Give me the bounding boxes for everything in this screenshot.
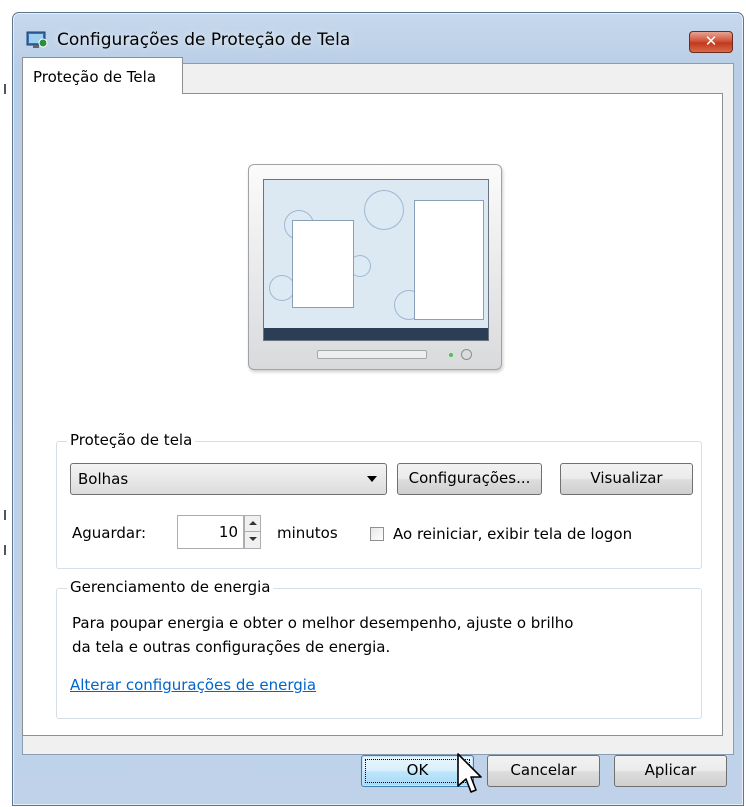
screensaver-group: Proteção de tela [56,431,702,569]
power-group-legend: Gerenciamento de energia [67,578,274,596]
screensaver-select[interactable]: Bolhas [70,463,387,495]
power-led [449,353,453,357]
wait-minutes-stepper[interactable] [244,515,261,549]
wait-minutes-input[interactable]: 10 [177,515,244,549]
power-description-line1: Para poupar energia e obter o melhor des… [72,614,574,632]
wait-label: Aguardar: [72,524,147,542]
logon-checkbox[interactable] [370,527,384,541]
arrow-up-icon [249,521,257,525]
power-settings-link[interactable]: Alterar configurações de energia [70,676,316,694]
edge-mark [4,510,6,520]
apply-button[interactable]: Aplicar [614,755,727,787]
preview-taskbar [264,328,488,340]
power-description-line2: da tela e outras configurações de energi… [72,638,391,656]
preview-window [292,220,354,308]
window-title: Configurações de Proteção de Tela [57,30,351,50]
tab-screensaver[interactable]: Proteção de Tela [22,57,183,94]
spin-up-button[interactable] [245,516,260,532]
close-button[interactable]: ✕ [689,31,733,53]
monitor-slot [317,350,427,359]
title-bar[interactable]: Configurações de Proteção de Tela ✕ [13,13,743,63]
power-icon [461,349,472,360]
mouse-pointer-icon [457,753,482,793]
cancel-button[interactable]: Cancelar [487,755,600,787]
logon-checkbox-label[interactable]: Ao reiniciar, exibir tela de logon [393,525,632,543]
arrow-down-icon [249,537,257,541]
minutes-label: minutos [277,524,338,542]
screensaver-group-legend: Proteção de tela [67,431,196,449]
screensaver-preview-monitor [248,164,502,370]
settings-button[interactable]: Configurações... [397,463,542,495]
preview-window [414,200,484,320]
preview-button[interactable]: Visualizar [560,463,693,495]
chevron-down-icon [367,476,377,482]
screensaver-select-value: Bolhas [78,470,129,488]
display-settings-icon [26,31,48,48]
edge-mark [4,84,6,94]
edge-mark [4,545,6,555]
focus-rect [365,759,470,783]
spin-down-button[interactable] [245,532,260,548]
preview-screen [263,179,489,341]
bubble [364,190,404,230]
